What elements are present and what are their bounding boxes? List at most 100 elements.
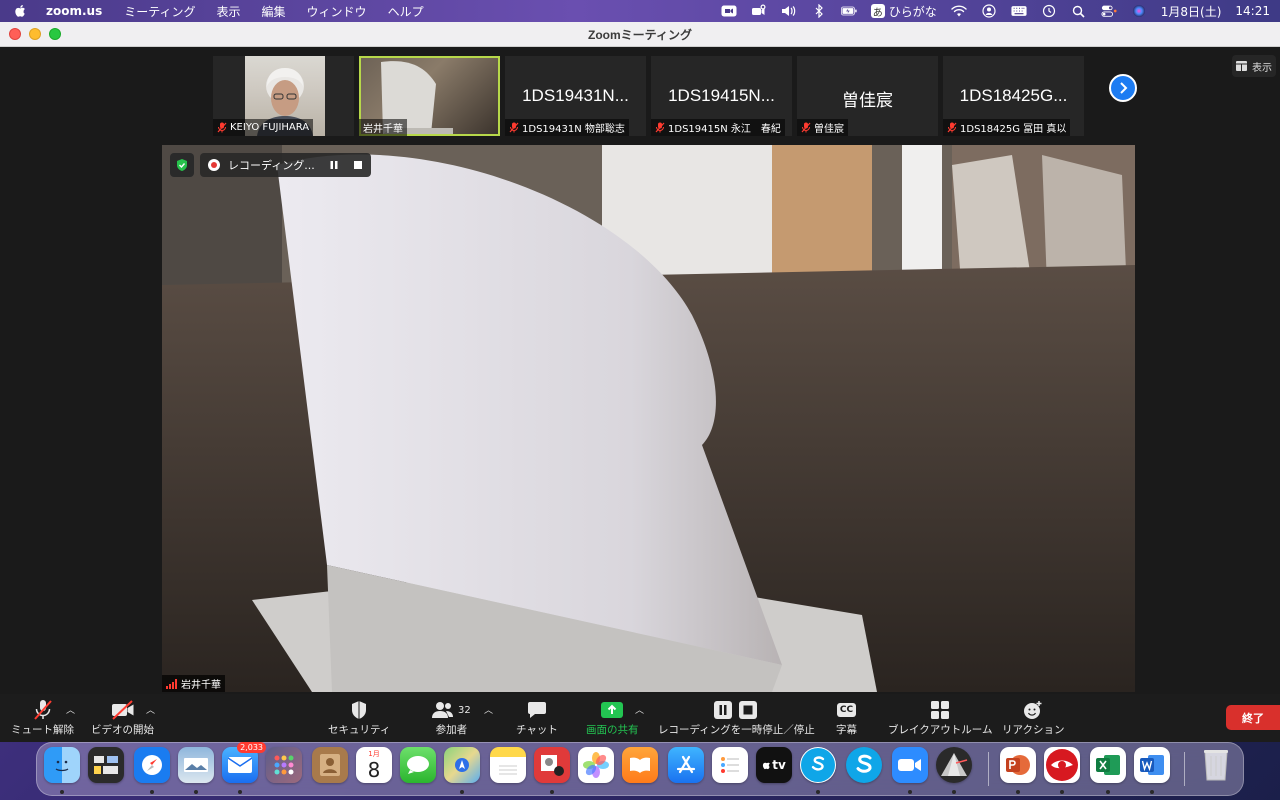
menu-bar-status-area: あ ひらがな 1月8日(土) 14:21 (721, 3, 1270, 20)
breakout-rooms-button[interactable]: ブレイクアウトルーム (888, 699, 992, 737)
user-account-icon[interactable] (981, 4, 997, 18)
window-minimize-button[interactable] (29, 28, 41, 40)
network-signal-icon (166, 678, 177, 689)
mic-muted-icon (509, 122, 519, 133)
running-indicator (952, 790, 956, 794)
participants-label: 参加者 (435, 724, 468, 736)
maps-icon[interactable] (444, 747, 480, 783)
next-page-button[interactable] (1109, 74, 1137, 102)
video-options-chevron-icon[interactable]: ︿ (146, 703, 155, 716)
bluetooth-icon[interactable] (811, 4, 827, 18)
end-meeting-button[interactable]: 終了 (1226, 705, 1280, 730)
menubar-time[interactable]: 14:21 (1235, 4, 1270, 18)
window-title: Zoomミーティング (588, 27, 692, 42)
reactions-label: リアクション (1002, 724, 1065, 736)
security-button[interactable]: セキュリティ (328, 699, 390, 737)
ime-icon[interactable]: あ (870, 4, 885, 19)
window-fullscreen-button[interactable] (49, 28, 61, 40)
reminders-icon[interactable] (712, 747, 748, 783)
mic-muted-icon (655, 122, 665, 133)
recording-controls-button[interactable]: レコーディングを一時停止／停止 (658, 699, 815, 737)
ime-mode-label[interactable]: ひらがな (889, 3, 937, 20)
mission-control-icon[interactable] (88, 747, 124, 783)
grid-view-icon (1236, 61, 1247, 71)
breakout-rooms-icon (931, 699, 950, 721)
recording-controls-label: レコーディングを一時停止／停止 (658, 724, 815, 736)
pause-recording-icon[interactable] (329, 160, 339, 170)
apple-tv-icon[interactable]: tv (756, 747, 792, 783)
menu-meeting[interactable]: ミーティング (124, 3, 195, 20)
view-toggle-button[interactable]: 表示 (1232, 55, 1276, 77)
trash-icon[interactable] (1198, 747, 1234, 783)
reactions-button[interactable]: リアクション (1002, 699, 1064, 737)
prism-app-icon[interactable] (936, 747, 972, 783)
video-off-icon (111, 699, 135, 721)
skype-icon[interactable] (800, 747, 836, 783)
menubar-date[interactable]: 1月8日(土) (1161, 3, 1222, 20)
safari-icon[interactable] (134, 747, 170, 783)
video-off-status-icon[interactable] (751, 4, 767, 18)
messages-icon[interactable] (400, 747, 436, 783)
spotlight-search-icon[interactable] (1071, 4, 1087, 18)
apple-menu-icon[interactable] (14, 4, 28, 18)
excel-icon[interactable] (1090, 747, 1126, 783)
menu-view[interactable]: 表示 (217, 3, 241, 20)
siri-icon[interactable] (1131, 4, 1147, 18)
window-titlebar[interactable]: Zoomミーティング (0, 22, 1280, 47)
participant-tile[interactable]: 曽佳宸 曽佳宸 (797, 56, 938, 136)
participant-display-name: 1DS19431N... (522, 86, 629, 105)
mail-icon[interactable]: 2,033 (222, 742, 266, 783)
menu-window[interactable]: ウィンドウ (307, 3, 367, 20)
finder-icon[interactable] (44, 747, 80, 783)
participant-tile[interactable]: 1DS19415N... 1DS19415N 永江 春紀 (651, 56, 792, 136)
keyboard-icon[interactable] (1011, 4, 1027, 18)
preview-icon[interactable] (178, 747, 214, 783)
word-icon[interactable] (1134, 747, 1170, 783)
audio-options-chevron-icon[interactable]: ︿ (66, 703, 75, 716)
stop-recording-icon[interactable] (353, 160, 363, 170)
zoom-status-icon[interactable] (721, 4, 737, 18)
participant-name: 曽佳宸 (814, 124, 844, 135)
menu-app-name[interactable]: zoom.us (46, 4, 102, 18)
participants-button[interactable]: 32 参加者 (432, 699, 471, 737)
menu-help[interactable]: ヘルプ (388, 3, 424, 20)
skype-for-business-icon[interactable] (846, 747, 882, 783)
chat-button[interactable]: チャット (516, 699, 558, 737)
battery-charging-icon[interactable] (840, 4, 857, 18)
participant-tile[interactable]: 1DS18425G... 1DS18425G 冨田 真以 (943, 56, 1084, 136)
contacts-icon[interactable] (312, 747, 348, 783)
captions-button[interactable]: CC 字幕 (836, 699, 857, 737)
notes-icon[interactable] (490, 747, 526, 783)
trend-micro-icon[interactable] (1044, 747, 1080, 783)
window-close-button[interactable] (9, 28, 21, 40)
photo-booth-icon[interactable] (534, 747, 570, 783)
active-speaker-name-tag: 岩井千華 (162, 675, 225, 692)
share-screen-button[interactable]: 画面の共有 (586, 699, 639, 737)
encryption-shield-icon[interactable] (170, 153, 194, 177)
participant-tile[interactable]: KEIYO FUJIHARA (213, 56, 354, 136)
books-icon[interactable] (622, 747, 658, 783)
start-video-button[interactable]: ビデオの開始 (91, 699, 154, 737)
participant-tile[interactable]: 1DS19431N... 1DS19431N 物部聡志 (505, 56, 646, 136)
photos-icon[interactable] (578, 747, 614, 783)
menu-edit[interactable]: 編集 (262, 3, 286, 20)
reaction-emoji-icon (1023, 699, 1043, 721)
time-machine-icon[interactable] (1041, 4, 1057, 18)
zoom-meeting-window: Zoomミーティング 表示 KEIYO FUJIHARA 岩井千華 1DS194… (0, 22, 1280, 742)
launchpad-icon[interactable] (266, 747, 302, 783)
calendar-icon[interactable]: 1月 8 (356, 747, 392, 783)
unmute-button[interactable]: ミュート解除 (11, 699, 74, 737)
volume-icon[interactable] (781, 4, 797, 18)
participant-name-tag: 1DS18425G 冨田 真以 (943, 119, 1071, 136)
share-options-chevron-icon[interactable]: ︿ (635, 703, 644, 716)
app-store-icon[interactable] (668, 747, 704, 783)
powerpoint-icon[interactable] (1000, 747, 1036, 783)
control-center-icon[interactable] (1101, 4, 1117, 18)
participants-options-chevron-icon[interactable]: ︿ (484, 703, 493, 716)
view-toggle-label: 表示 (1252, 62, 1272, 74)
participant-tile-active[interactable]: 岩井千華 (359, 56, 500, 136)
dock-area: 2,033 1月 8 tv (0, 742, 1280, 800)
zoom-app-icon[interactable] (892, 747, 928, 783)
wifi-icon[interactable] (951, 4, 967, 18)
recording-status-pill: レコーディング... (200, 153, 371, 177)
